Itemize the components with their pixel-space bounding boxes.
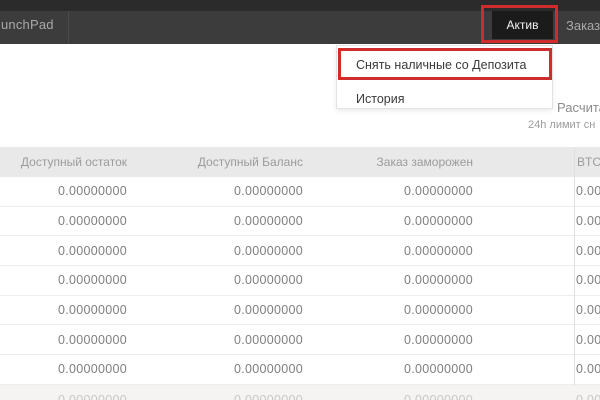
cell-order-frozen: 0.00000000 bbox=[303, 333, 473, 347]
cell-available-remainder: 0.00000000 bbox=[0, 393, 127, 400]
cell-btc-value: 0.00000000 bbox=[473, 333, 600, 347]
cell-btc-value: 0.00000000 bbox=[473, 362, 600, 376]
cell-available-balance: 0.00000000 bbox=[127, 303, 303, 317]
cell-available-balance: 0.00000000 bbox=[127, 184, 303, 198]
table-body: 0.00000000 0.00000000 0.00000000 0.00000… bbox=[0, 177, 600, 400]
cell-btc-value: 0.00000000 bbox=[473, 214, 600, 228]
menu-item-history[interactable]: История bbox=[337, 84, 552, 114]
cell-available-remainder: 0.00000000 bbox=[0, 362, 127, 376]
table-row: 0.00000000 0.00000000 0.00000000 0.00000… bbox=[0, 355, 600, 385]
cell-available-remainder: 0.00000000 bbox=[0, 214, 127, 228]
cell-order-frozen: 0.00000000 bbox=[303, 362, 473, 376]
table-header-row: Доступный остаток Доступный Баланс Заказ… bbox=[0, 147, 600, 177]
menu-item-withdraw-from-deposit[interactable]: Снять наличные со Депозита bbox=[337, 50, 552, 80]
table-row: 0.00000000 0.00000000 0.00000000 0.00000… bbox=[0, 177, 600, 207]
cell-order-frozen: 0.00000000 bbox=[303, 214, 473, 228]
cell-order-frozen: 0.00000000 bbox=[303, 393, 473, 400]
cell-available-balance: 0.00000000 bbox=[127, 362, 303, 376]
header-btc-value: BTC bbox=[473, 155, 600, 169]
cell-available-balance: 0.00000000 bbox=[127, 273, 303, 287]
header-available-balance: Доступный Баланс bbox=[127, 155, 303, 169]
table-row: 0.00000000 0.00000000 0.00000000 0.00000… bbox=[0, 296, 600, 326]
cell-btc-value: 0.00000000 bbox=[473, 184, 600, 198]
cell-available-balance: 0.00000000 bbox=[127, 244, 303, 258]
brand-logo-launchpad[interactable]: unchPad bbox=[1, 17, 54, 32]
table-row: 0.00000000 0.00000000 0.00000000 0.00000… bbox=[0, 236, 600, 266]
nav-item-assets[interactable]: Актив bbox=[492, 11, 553, 39]
nav-item-assets-label: Актив bbox=[507, 18, 539, 32]
table-row: 0.00000000 0.00000000 0.00000000 0.00000… bbox=[0, 207, 600, 237]
btc-column-divider bbox=[574, 147, 575, 386]
header-order-frozen: Заказ заморожен bbox=[303, 155, 473, 169]
window-top-strip bbox=[0, 0, 600, 11]
cell-available-balance: 0.00000000 bbox=[127, 214, 303, 228]
cell-order-frozen: 0.00000000 bbox=[303, 303, 473, 317]
top-nav-bar: unchPad Актив Заказ bbox=[0, 0, 600, 44]
cell-order-frozen: 0.00000000 bbox=[303, 184, 473, 198]
cell-available-remainder: 0.00000000 bbox=[0, 273, 127, 287]
balances-table: Доступный остаток Доступный Баланс Заказ… bbox=[0, 147, 600, 400]
cell-available-remainder: 0.00000000 bbox=[0, 333, 127, 347]
cell-available-balance: 0.00000000 bbox=[127, 393, 303, 400]
assets-dropdown-menu: Снять наличные со Депозита История bbox=[336, 45, 553, 109]
cell-order-frozen: 0.00000000 bbox=[303, 244, 473, 258]
cell-btc-value: 0.00000000 bbox=[473, 244, 600, 258]
withdraw-limit-label: 24h лимит сн bbox=[528, 119, 595, 131]
cell-available-remainder: 0.00000000 bbox=[0, 244, 127, 258]
cell-available-remainder: 0.00000000 bbox=[0, 184, 127, 198]
table-row: 0.00000000 0.00000000 0.00000000 0.00000… bbox=[0, 266, 600, 296]
screen: unchPad Актив Заказ Снять наличные со Де… bbox=[0, 0, 600, 400]
header-available-remainder: Доступный остаток bbox=[0, 155, 127, 169]
table-row: 0.00000000 0.00000000 0.00000000 0.00000… bbox=[0, 325, 600, 355]
cell-available-remainder: 0.00000000 bbox=[0, 303, 127, 317]
cell-btc-value: 0.00000000 bbox=[473, 273, 600, 287]
cell-order-frozen: 0.00000000 bbox=[303, 273, 473, 287]
estimate-label: Расчита bbox=[557, 100, 600, 115]
cell-btc-value: 0.00000000 bbox=[473, 393, 600, 400]
cell-btc-value: 0.00000000 bbox=[473, 303, 600, 317]
cell-available-balance: 0.00000000 bbox=[127, 333, 303, 347]
nav-item-orders[interactable]: Заказ bbox=[566, 18, 600, 33]
nav-divider bbox=[68, 11, 69, 44]
table-row: 0.00000000 0.00000000 0.00000000 0.00000… bbox=[0, 385, 600, 400]
